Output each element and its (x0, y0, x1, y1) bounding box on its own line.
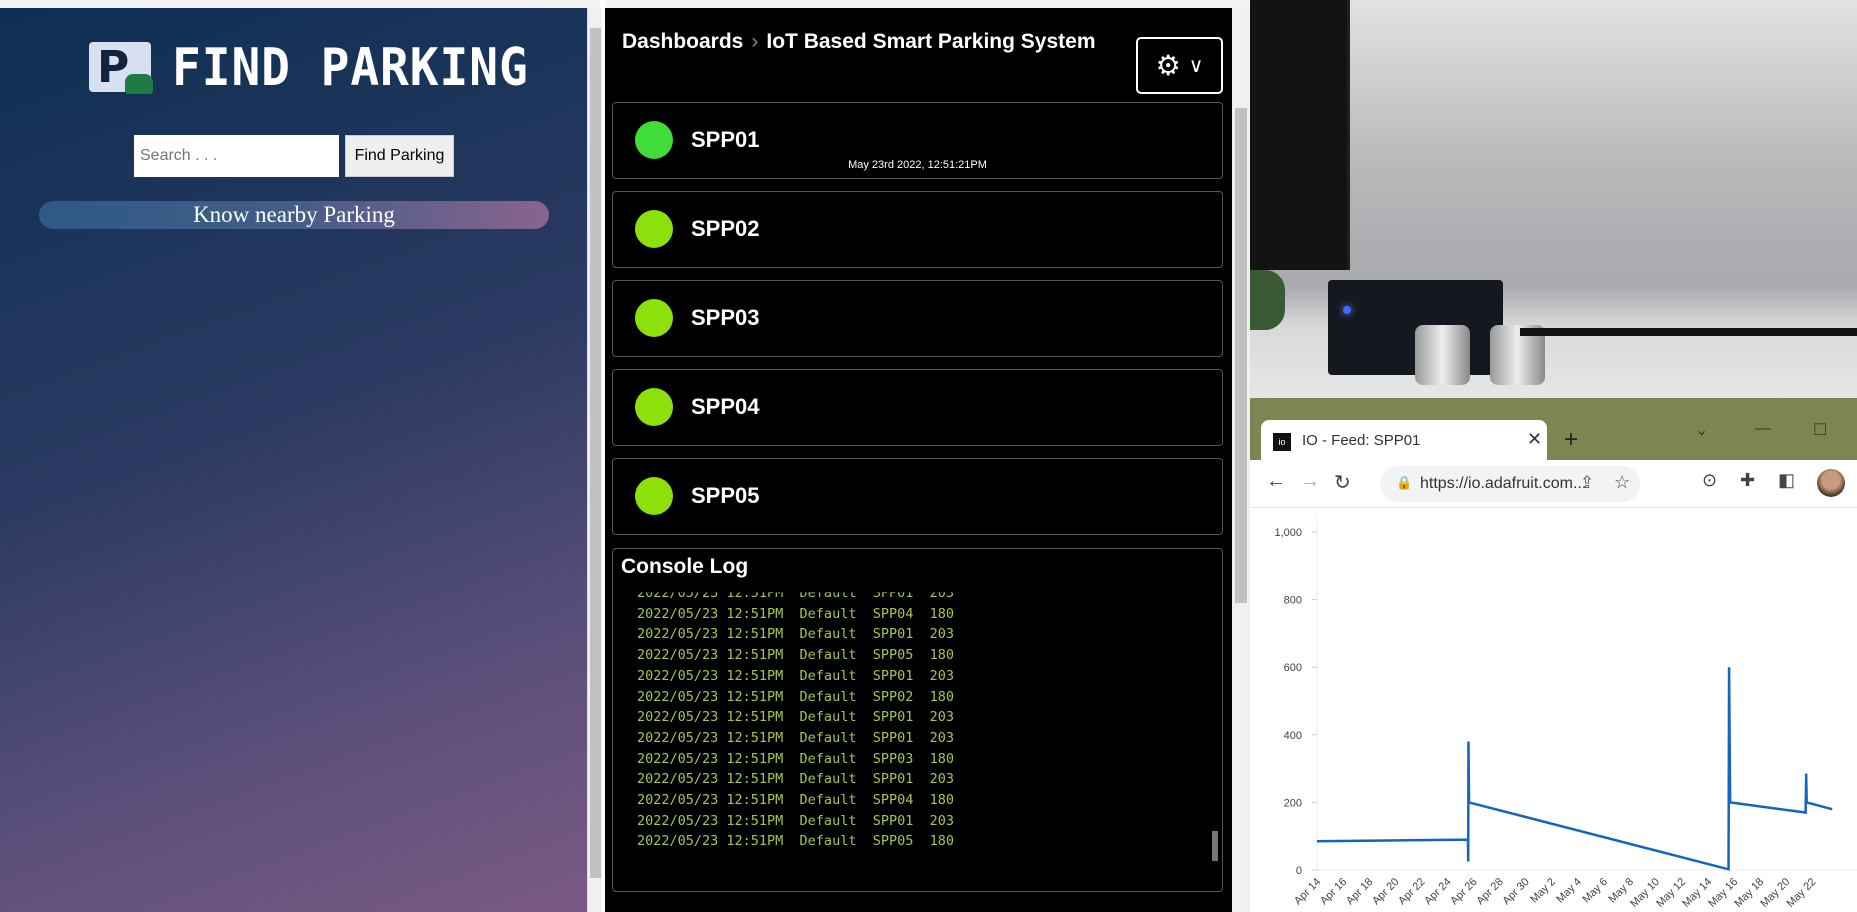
find-parking-button[interactable]: Find Parking (345, 135, 454, 177)
x-tick-label: Apr 24 (1422, 876, 1453, 907)
new-tab-button[interactable]: + (1564, 426, 1578, 454)
adafruit-dashboard: Dashboards › IoT Based Smart Parking Syste… (605, 8, 1233, 912)
y-tick-label: 0 (1296, 865, 1302, 877)
y-tick-label: 1,000 (1274, 527, 1302, 539)
y-tick-label: 800 (1284, 595, 1302, 607)
x-tick-label: May 6 (1580, 876, 1610, 906)
log-line: 2022/05/23 12:51PM Default SPP01 203 (637, 626, 954, 643)
webcam-photo (1250, 0, 1857, 408)
close-icon[interactable]: ✕ (1527, 429, 1542, 450)
minimize-button[interactable]: — (1755, 420, 1771, 438)
feed-block-spp01[interactable]: SPP01 May 23rd 2022, 12:51:21PM (612, 102, 1223, 179)
feed-timestamp: May 23rd 2022, 12:51:21PM (848, 159, 987, 171)
breadcrumb: Dashboards › IoT Based Smart Parking Syste… (622, 30, 1096, 54)
maximize-button[interactable]: ☐ (1813, 420, 1827, 440)
sidepanel-icon[interactable]: ◧ (1778, 470, 1795, 491)
feed-name: SPP05 (691, 483, 760, 508)
y-tick-label: 400 (1284, 730, 1302, 742)
brand-title: FIND PARKING (172, 38, 529, 98)
window-top-edge (0, 0, 600, 8)
x-tick-label: May 22 (1785, 876, 1819, 910)
feed-block-spp04[interactable]: SPP04 (612, 369, 1223, 446)
x-tick-label: May 2 (1528, 876, 1558, 906)
know-nearby-parking-link[interactable]: Know nearby Parking (39, 201, 549, 229)
log-line: 2022/05/23 12:51PM Default SPP01 203 (637, 709, 954, 726)
reload-icon[interactable]: ↻ (1334, 470, 1351, 495)
series-line (1316, 667, 1833, 871)
browser-toolbar: ← → ↻ 🔒 https://io.adafruit.com... ⇪ ☆ ⊙… (1250, 460, 1857, 508)
y-tick-label: 200 (1284, 797, 1302, 809)
x-tick-label: Apr 16 (1318, 876, 1349, 907)
x-tick-label: May 4 (1554, 876, 1584, 906)
share-icon[interactable]: ⇪ (1580, 473, 1594, 493)
tab-search-icon[interactable]: ⌄ (1695, 420, 1708, 440)
feed-name: SPP01 (691, 127, 760, 152)
left-scrollbar[interactable] (587, 8, 602, 912)
back-icon[interactable]: ← (1266, 470, 1286, 493)
log-line: 2022/05/23 12:51PM Default SPP01 203 (637, 771, 954, 788)
x-tick-label: Apr 20 (1370, 876, 1401, 907)
log-line: 2022/05/23 12:51PM Default SPP01 203 (637, 667, 954, 684)
forward-icon[interactable]: → (1300, 470, 1320, 493)
puzzle-icon[interactable]: ✚ (1740, 470, 1755, 491)
extension-icon[interactable]: ⊙ (1702, 470, 1717, 491)
feed-name: SPP02 (691, 216, 760, 241)
lock-icon: 🔒 (1396, 475, 1413, 490)
x-tick-label: Apr 26 (1448, 876, 1479, 907)
breadcrumb-current: IoT Based Smart Parking System (766, 30, 1096, 53)
x-tick-label: Apr 22 (1396, 876, 1427, 907)
log-line: 2022/05/23 12:51PM Default SPP03 180 (637, 750, 954, 767)
indicator-light (635, 299, 673, 337)
feed-name: SPP03 (691, 305, 760, 330)
window-top-edge (605, 0, 1250, 8)
x-tick-label: Apr 28 (1474, 876, 1505, 907)
log-line: 2022/05/23 12:51PM Default SPP01 203 (637, 729, 954, 746)
log-line: 2022/05/23 12:51PM Default SPP04 180 (637, 792, 954, 809)
log-line: 2022/05/23 12:51PM Default SPP01 203 (637, 585, 954, 601)
x-tick-label: Apr 18 (1344, 876, 1375, 907)
breadcrumb-dashboards[interactable]: Dashboards (622, 30, 743, 53)
console-scrollbar[interactable] (1212, 831, 1218, 861)
chevron-down-icon: ∨ (1188, 55, 1204, 77)
feed-block-spp05[interactable]: SPP05 (612, 458, 1223, 535)
console-title: Console Log (621, 555, 749, 578)
tab-feed[interactable]: io IO - Feed: SPP01 ✕ (1261, 420, 1547, 462)
dashboard-scrollbar[interactable] (1232, 8, 1250, 912)
log-line: 2022/05/23 12:51PM Default SPP01 203 (637, 812, 954, 829)
find-parking-page: P FIND PARKING Find Parking Know nearby … (0, 8, 587, 912)
indicator-light (635, 477, 673, 515)
tab-title: IO - Feed: SPP01 (1302, 432, 1421, 449)
log-line: 2022/05/23 12:51PM Default SPP02 180 (637, 688, 954, 705)
url-text: https://io.adafruit.com... (1420, 475, 1587, 492)
feed-block-spp03[interactable]: SPP03 (612, 280, 1223, 357)
chevron-right-icon: › (751, 30, 759, 53)
y-tick-label: 600 (1284, 662, 1302, 674)
tab-bar: io IO - Feed: SPP01 ✕ + ⌄ — ☐ (1250, 408, 1857, 462)
gear-icon: ⚙ (1155, 50, 1181, 81)
settings-button[interactable]: ⚙ ∨ (1136, 37, 1223, 94)
parking-logo-icon: P (89, 42, 153, 94)
log-line: 2022/05/23 12:51PM Default SPP04 180 (637, 605, 954, 622)
x-tick-label: Apr 30 (1500, 876, 1531, 907)
x-tick-label: Apr 14 (1292, 876, 1323, 907)
indicator-light (635, 210, 673, 248)
address-bar[interactable]: 🔒 https://io.adafruit.com... ⇪ ☆ (1380, 466, 1640, 502)
star-icon[interactable]: ☆ (1614, 472, 1630, 493)
indicator-light (635, 388, 673, 426)
console-log-panel: Console Log 2022/05/23 12:51PM Default S… (612, 548, 1223, 892)
browser-window: io IO - Feed: SPP01 ✕ + ⌄ — ☐ ← → ↻ 🔒 ht… (1250, 408, 1857, 912)
avatar[interactable] (1817, 469, 1845, 497)
log-list: 2022/05/23 12:51PM Default SPP01 203 2022… (637, 583, 954, 852)
log-line: 2022/05/23 12:51PM Default SPP05 180 (637, 647, 954, 664)
search-input[interactable] (134, 135, 339, 177)
indicator-light (635, 121, 673, 159)
feed-name: SPP04 (691, 394, 760, 419)
feed-block-spp02[interactable]: SPP02 (612, 191, 1223, 268)
log-line: 2022/05/23 12:51PM Default SPP05 180 (637, 833, 954, 850)
adafruit-io-favicon-icon: io (1273, 433, 1291, 451)
feed-chart: 02004006008001,000Apr 14Apr 16Apr 18Apr … (1274, 516, 1857, 910)
